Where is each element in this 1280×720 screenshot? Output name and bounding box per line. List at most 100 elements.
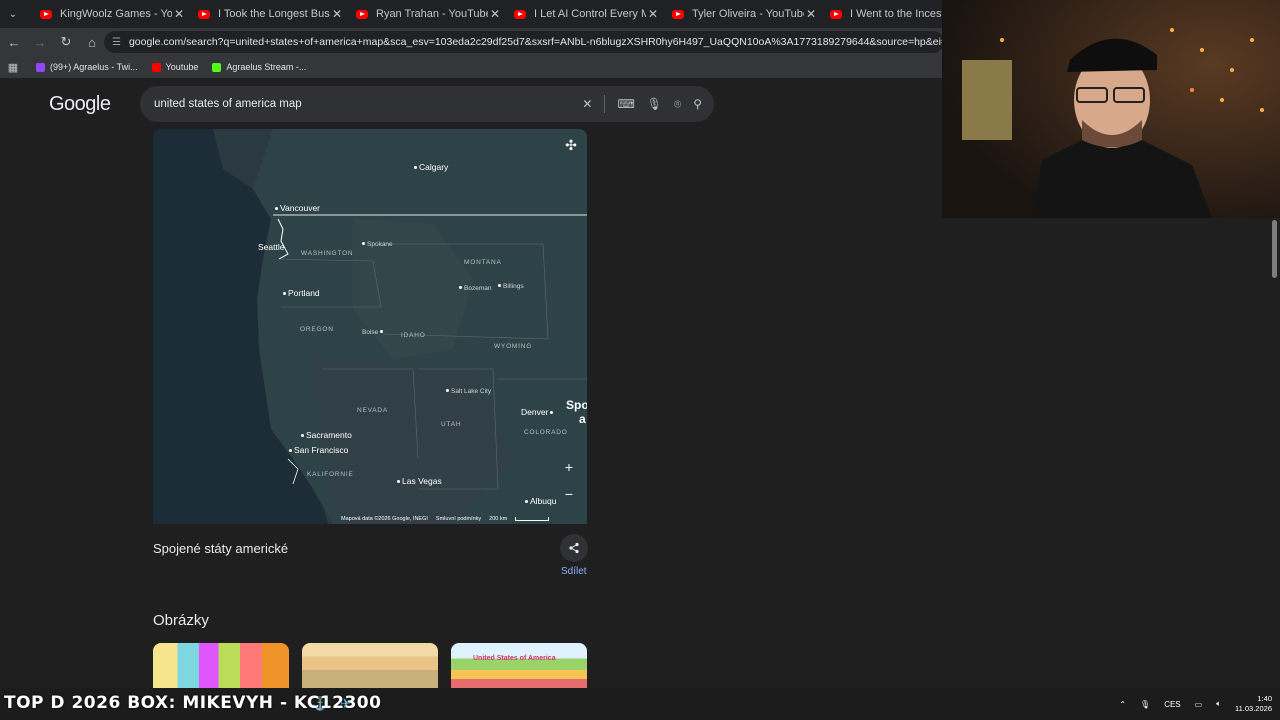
- share-button[interactable]: [560, 534, 588, 562]
- map-terrain: [153, 129, 587, 524]
- webcam-overlay: [942, 0, 1280, 218]
- images-heading[interactable]: Obrázky: [153, 612, 209, 629]
- city-billings[interactable]: Billings: [498, 283, 524, 290]
- state-label: KALIFORNIE: [307, 471, 354, 478]
- bookmark-label: (99+) Agraelus - Twi...: [50, 62, 138, 72]
- display-icon[interactable]: ▭: [1195, 700, 1203, 709]
- city-boise[interactable]: Boise: [362, 329, 385, 336]
- city-seattle[interactable]: Seattle: [258, 242, 284, 252]
- city-denver[interactable]: Denver: [521, 407, 555, 417]
- image-thumbnail[interactable]: [153, 643, 289, 688]
- reload-button[interactable]: ↻: [54, 30, 78, 54]
- back-button[interactable]: ←: [2, 30, 26, 54]
- google-logo[interactable]: Google: [49, 93, 111, 116]
- clear-icon[interactable]: ✕: [582, 97, 592, 111]
- image-thumbnail[interactable]: [302, 643, 438, 688]
- zoom-in-button[interactable]: +: [559, 457, 579, 477]
- bookmark-youtube[interactable]: Youtube: [151, 62, 199, 72]
- youtube-icon: [356, 9, 368, 19]
- city-salt-lake-city[interactable]: Salt Lake City: [446, 388, 491, 395]
- bookmark-label: Agraelus Stream -...: [226, 62, 307, 72]
- close-icon[interactable]: ✕: [648, 7, 658, 21]
- tab-title: KingWoolz Games - YouTube: [60, 8, 172, 20]
- scale-label: 200 km: [489, 516, 508, 522]
- city-albuquerque[interactable]: Albuqu: [525, 496, 556, 506]
- arrow-left-icon: ←: [7, 34, 21, 50]
- tab-2[interactable]: I Took the Longest Bus Ride in ✕: [190, 0, 348, 28]
- twitch-icon: [36, 62, 45, 72]
- arrow-right-icon: →: [33, 34, 47, 50]
- bookmark-kick[interactable]: Agraelus Stream -...: [212, 62, 306, 72]
- keyboard-icon[interactable]: ⌨: [617, 97, 634, 111]
- zoom-out-button[interactable]: −: [559, 484, 579, 504]
- city-calgary[interactable]: Calgary: [414, 162, 448, 172]
- close-icon[interactable]: ✕: [806, 7, 816, 21]
- microphone-icon[interactable]: 🎙︎: [1140, 700, 1150, 709]
- city-spokane[interactable]: Spokane: [362, 241, 393, 248]
- url-text: google.com/search?q=united+states+of+ame…: [128, 36, 944, 48]
- state-label: COLORADO: [524, 429, 568, 436]
- microphone-icon[interactable]: 🎙︎: [647, 97, 662, 111]
- address-bar[interactable]: ☰ google.com/search?q=united+states+of+a…: [104, 31, 944, 53]
- lens-icon[interactable]: ⌾: [674, 97, 681, 112]
- youtube-icon: [830, 9, 842, 19]
- kick-icon: [212, 62, 222, 72]
- tab-title: Ryan Trahan - YouTube: [376, 8, 488, 20]
- stream-overlay-text: TOP D 2026 BOX: MIKEVYH - KC12300: [4, 693, 382, 713]
- map-widget[interactable]: Calgary Vancouver Seattle Spokane Portla…: [153, 129, 587, 524]
- city-san-francisco[interactable]: San Francisco: [289, 445, 348, 455]
- tab-search-button[interactable]: ⌄: [0, 0, 26, 28]
- youtube-icon: [40, 9, 52, 19]
- date: 11.03.2026: [1235, 704, 1272, 713]
- close-icon[interactable]: ✕: [174, 7, 184, 21]
- city-bozeman[interactable]: Bozeman: [459, 285, 491, 292]
- language-indicator[interactable]: CES: [1164, 700, 1180, 709]
- terms-link[interactable]: Smluvní podmínky: [436, 516, 481, 522]
- tab-4[interactable]: I Let AI Control Every Meal for ✕: [506, 0, 664, 28]
- bookmark-twitch[interactable]: (99+) Agraelus - Twi...: [36, 62, 138, 72]
- city-portland[interactable]: Portland: [283, 288, 320, 298]
- city-vancouver[interactable]: Vancouver: [275, 203, 320, 213]
- home-button[interactable]: ⌂: [80, 30, 104, 54]
- city-las-vegas[interactable]: Las Vegas: [397, 476, 442, 486]
- tab-1[interactable]: KingWoolz Games - YouTube ✕: [32, 0, 190, 28]
- state-label: MONTANA: [464, 259, 502, 266]
- divider: [604, 95, 606, 113]
- attribution-text: Mapová data ©2026 Google, INEGI: [341, 516, 428, 522]
- webcam-image: [942, 0, 1280, 218]
- reload-icon: ↻: [60, 34, 72, 49]
- thumbnail-title: United States of America: [473, 655, 556, 662]
- country-label: a: [579, 412, 586, 426]
- search-icon[interactable]: ⚲: [693, 97, 702, 111]
- image-thumbnail[interactable]: United States of America: [451, 643, 587, 688]
- system-tray: ⌃ 🎙︎ CES ▭ 🔈︎ 1:40 11.03.2026: [1119, 688, 1272, 720]
- youtube-icon: [672, 9, 684, 19]
- state-label: NEVADA: [357, 407, 389, 414]
- city-sacramento[interactable]: Sacramento: [301, 430, 352, 440]
- chevron-up-icon[interactable]: ⌃: [1119, 700, 1126, 709]
- page-scrollbar-thumb[interactable]: [1272, 220, 1277, 278]
- fullscreen-button[interactable]: ✣: [561, 135, 581, 155]
- search-input[interactable]: united states of america map: [154, 98, 302, 110]
- scale-bar: [515, 517, 550, 521]
- share-icon: [569, 542, 579, 554]
- share-label[interactable]: Sdílet: [561, 566, 587, 577]
- close-icon[interactable]: ✕: [490, 7, 500, 21]
- clock[interactable]: 1:40 11.03.2026: [1235, 694, 1272, 714]
- search-box[interactable]: united states of america map ✕ ⌨ 🎙︎ ⌾ ⚲: [140, 86, 714, 122]
- volume-icon[interactable]: 🔈︎: [1216, 699, 1221, 709]
- youtube-icon: [198, 9, 210, 19]
- expand-icon: ✣: [565, 136, 577, 153]
- map-attribution: Mapová data ©2026 Google, INEGI Smluvní …: [341, 514, 550, 524]
- youtube-icon: [514, 9, 526, 19]
- tab-5[interactable]: Tyler Oliveira - YouTube ✕: [664, 0, 822, 28]
- page-scrollbar-track: [1268, 218, 1280, 688]
- bookmark-label: Youtube: [165, 62, 199, 72]
- tab-title: Tyler Oliveira - YouTube: [692, 8, 804, 20]
- tab-3[interactable]: Ryan Trahan - YouTube ✕: [348, 0, 506, 28]
- tab-title: I Took the Longest Bus Ride in: [218, 8, 330, 20]
- forward-button[interactable]: →: [28, 30, 52, 54]
- close-icon[interactable]: ✕: [332, 7, 342, 21]
- site-info-icon[interactable]: ☰: [112, 37, 121, 48]
- apps-grid-icon[interactable]: ▦: [0, 61, 26, 74]
